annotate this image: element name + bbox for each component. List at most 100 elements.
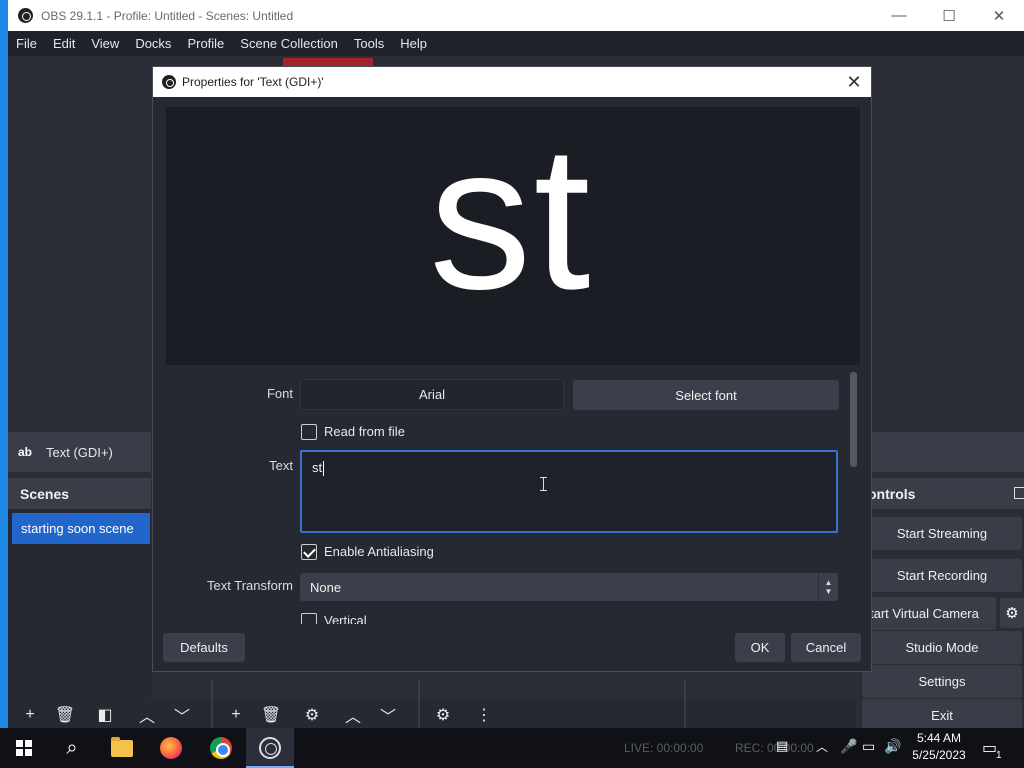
firefox-icon xyxy=(160,737,182,759)
taskbar-clock[interactable]: 5:44 AM 5/25/2023 xyxy=(906,730,972,764)
audio-mixer-more-icon[interactable]: ⋮ xyxy=(470,702,498,728)
chrome-button[interactable] xyxy=(197,728,245,768)
taskbar-search-icon[interactable]: ⌕ xyxy=(48,728,96,768)
text-transform-select[interactable]: None ▲ ▼ xyxy=(300,573,838,601)
menu-edit[interactable]: Edit xyxy=(45,36,83,51)
ibeam-cursor-icon xyxy=(540,477,547,491)
firefox-button[interactable] xyxy=(147,728,195,768)
maximize-button[interactable]: ☐ xyxy=(924,0,974,31)
start-streaming-button[interactable]: Start Streaming xyxy=(862,517,1022,550)
menu-help[interactable]: Help xyxy=(392,36,435,51)
obs-icon xyxy=(259,737,281,759)
folder-icon xyxy=(111,736,133,757)
text-source-icon: ab xyxy=(18,445,33,459)
source-toolbar-right xyxy=(872,432,1024,472)
controls-dock-title: ontrols xyxy=(862,478,1024,509)
scenes-dock-title: Scenes xyxy=(8,478,151,509)
notification-count: 1 xyxy=(996,750,1002,761)
add-scene-plus-icon[interactable]: + xyxy=(16,702,44,728)
settings-button[interactable]: Settings xyxy=(862,665,1022,698)
audio-mixer-settings-gear-icon[interactable]: ⚙ xyxy=(429,702,457,728)
source-toolbar: ab Text (GDI+) xyxy=(8,432,151,472)
menu-tools[interactable]: Tools xyxy=(346,36,392,51)
live-status: LIVE: 00:00:00 xyxy=(624,741,704,755)
touch-keyboard-icon[interactable]: ▤ xyxy=(776,738,788,754)
virtual-camera-settings-gear-icon[interactable]: ⚙ xyxy=(1000,598,1024,628)
obs-logo-icon xyxy=(162,75,176,89)
move-scene-up-icon[interactable]: ︿ xyxy=(133,702,161,728)
text-transform-label: Text Transform xyxy=(207,578,293,593)
toolbar-divider xyxy=(211,680,213,728)
volume-icon[interactable]: 🔊 xyxy=(884,738,901,755)
minimize-button[interactable]: — xyxy=(874,0,924,31)
remove-scene-trash-icon[interactable]: 🗑 xyxy=(51,702,79,728)
clock-time: 5:44 AM xyxy=(916,731,962,745)
enable-antialiasing-label[interactable]: Enable Antialiasing xyxy=(324,544,434,559)
obs-logo-icon xyxy=(18,8,33,23)
start-button[interactable] xyxy=(0,728,48,768)
menu-file[interactable]: File xyxy=(8,36,45,51)
desktop-edge xyxy=(0,0,8,768)
vertical-label[interactable]: Vertical xyxy=(324,613,367,624)
toolbar-divider xyxy=(684,680,686,728)
source-preview: st xyxy=(166,107,860,365)
dialog-close-icon[interactable]: ✕ xyxy=(843,71,865,93)
microphone-icon[interactable]: 🎤 xyxy=(840,738,857,755)
move-scene-down-icon[interactable]: ﹀ xyxy=(168,702,196,728)
source-properties-gear-icon[interactable]: ⚙ xyxy=(298,702,326,728)
start-recording-button[interactable]: Start Recording xyxy=(862,559,1022,592)
cancel-button[interactable]: Cancel xyxy=(791,633,861,662)
remove-source-trash-icon[interactable]: 🗑 xyxy=(257,702,285,728)
window-titlebar: OBS 29.1.1 - Profile: Untitled - Scenes:… xyxy=(8,0,1024,31)
start-virtual-camera-button[interactable]: tart Virtual Camera xyxy=(862,597,996,630)
menu-scene-collection[interactable]: Scene Collection xyxy=(232,36,346,51)
menu-profile[interactable]: Profile xyxy=(179,36,232,51)
menu-docks[interactable]: Docks xyxy=(127,36,179,51)
font-display: Arial xyxy=(300,379,564,410)
windows-logo-icon xyxy=(16,740,32,756)
clock-date: 5/25/2023 xyxy=(912,748,966,762)
properties-dialog: Properties for 'Text (GDI+)' ✕ st Font A… xyxy=(152,66,872,672)
dialog-titlebar: Properties for 'Text (GDI+)' ✕ xyxy=(153,67,871,97)
close-button[interactable]: ✕ xyxy=(974,0,1024,31)
move-source-down-icon[interactable]: ﹀ xyxy=(374,702,402,728)
menu-bar: File Edit View Docks Profile Scene Colle… xyxy=(8,31,1024,56)
source-name[interactable]: Text (GDI+) xyxy=(46,445,113,460)
vertical-checkbox[interactable] xyxy=(301,613,317,624)
ok-button[interactable]: OK xyxy=(735,633,785,662)
text-input[interactable]: st xyxy=(300,450,838,533)
defaults-button[interactable]: Defaults xyxy=(163,633,245,662)
vertical-row-clip: Vertical xyxy=(293,610,853,624)
read-from-file-checkbox[interactable] xyxy=(301,424,317,440)
select-font-button[interactable]: Select font xyxy=(573,380,839,410)
move-source-up-icon[interactable]: ︿ xyxy=(339,702,367,728)
text-input-value: st xyxy=(312,460,323,475)
canvas-preview-fragment xyxy=(283,58,373,66)
menu-view[interactable]: View xyxy=(83,36,127,51)
read-from-file-label[interactable]: Read from file xyxy=(324,424,405,439)
text-caret xyxy=(323,461,325,477)
notifications-icon[interactable]: ▭ xyxy=(982,738,997,758)
scene-filters-icon[interactable]: ◧ xyxy=(91,702,119,728)
file-explorer-button[interactable] xyxy=(98,728,146,768)
controls-title: ontrols xyxy=(868,485,916,502)
scrollbar-thumb[interactable] xyxy=(850,372,857,467)
scene-item[interactable]: starting soon scene xyxy=(12,513,150,544)
undock-icon[interactable] xyxy=(1014,487,1024,499)
studio-mode-button[interactable]: Studio Mode xyxy=(862,631,1022,664)
window-title: OBS 29.1.1 - Profile: Untitled - Scenes:… xyxy=(41,8,294,23)
enable-antialiasing-checkbox[interactable] xyxy=(301,544,317,560)
obs-taskbar-button[interactable] xyxy=(246,728,294,768)
text-label: Text xyxy=(269,458,293,473)
chrome-icon xyxy=(210,737,232,759)
text-transform-value: None xyxy=(310,579,342,595)
font-label: Font xyxy=(266,386,293,401)
rec-status: REC: 00:00:00 xyxy=(735,741,814,755)
preview-text: st xyxy=(429,107,593,332)
toolbar-divider xyxy=(418,680,420,728)
dialog-title: Properties for 'Text (GDI+)' xyxy=(182,75,324,89)
add-source-plus-icon[interactable]: + xyxy=(222,702,250,728)
show-hidden-icons-chevron-icon[interactable]: ︿ xyxy=(816,738,828,755)
combo-arrows-icon: ▲ ▼ xyxy=(818,573,838,601)
network-icon[interactable]: ▭ xyxy=(862,738,875,755)
